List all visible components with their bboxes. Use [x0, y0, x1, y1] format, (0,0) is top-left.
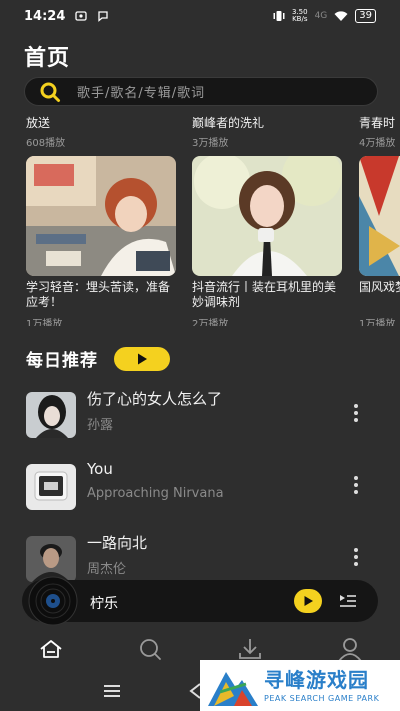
watermark-subtitle: PEAK SEARCH GAME PARK	[264, 694, 380, 703]
song-artist: Approaching Nirvana	[87, 486, 224, 501]
song-row[interactable]: You Approaching Nirvana	[0, 458, 400, 518]
play-button[interactable]	[294, 589, 322, 613]
play-icon	[304, 596, 313, 606]
playlist-plays: 1万播放	[359, 319, 396, 326]
network-type: 4G	[314, 11, 328, 21]
notification-icon	[75, 11, 88, 21]
daily-recommend-header: 每日推荐	[26, 346, 170, 371]
search-icon	[40, 82, 60, 102]
playlist-card[interactable]: 国风戏梦淡红 1万播放	[359, 156, 400, 326]
playlist-plays: 2万播放	[192, 319, 229, 326]
vinyl-disc-icon	[28, 576, 78, 626]
search-icon[interactable]	[137, 636, 163, 662]
playlist-title: 抖音流行丨装在耳机里的美妙调味剂	[192, 280, 337, 309]
song-cover	[26, 464, 76, 510]
playlist-item[interactable]: 巅峰者的洗礼 3万播放	[192, 114, 264, 149]
song-title: You	[87, 460, 113, 478]
page-title: 首页	[24, 46, 71, 71]
playlist-card[interactable]: 学习轻音：埋头苦读，准备应考！ 1万播放	[26, 156, 176, 326]
watermark-logo: 寻峰游戏园 PEAK SEARCH GAME PARK	[200, 660, 400, 711]
playlist-row-previous: 放送 608播放 巅峰者的洗礼 3万播放 青春时 4万播放	[0, 114, 400, 149]
playlist-item[interactable]: 青春时 4万播放	[359, 114, 395, 149]
user-icon[interactable]	[337, 636, 363, 662]
playlist-row: 学习轻音：埋头苦读，准备应考！ 1万播放 抖音流行丨装在耳机里的美妙调味剂 2万…	[0, 156, 400, 326]
search-placeholder: 歌手/歌名/专辑/歌词	[77, 86, 206, 101]
message-icon	[98, 11, 109, 22]
playlist-item[interactable]: 放送 608播放	[26, 114, 65, 149]
playlist-queue-icon[interactable]	[338, 591, 358, 611]
more-options-icon[interactable]	[346, 398, 366, 428]
song-artist: 周杰伦	[87, 562, 127, 577]
mini-player[interactable]: 柠乐	[22, 576, 378, 626]
playlist-plays: 1万播放	[26, 319, 63, 326]
more-options-icon[interactable]	[346, 542, 366, 572]
song-cover	[26, 392, 76, 438]
net-speed: 3.50 KB/s	[291, 8, 308, 23]
search-input[interactable]: 歌手/歌名/专辑/歌词	[24, 77, 378, 106]
now-playing-title: 柠乐	[90, 596, 118, 612]
playlist-cover	[359, 156, 400, 276]
status-bar: 14:24 3.50 KB/s 4G 39	[0, 0, 400, 32]
watermark-title: 寻峰游戏园	[264, 668, 369, 692]
playlist-title: 国风戏梦淡红	[359, 280, 400, 294]
section-title: 每日推荐	[26, 351, 98, 371]
play-all-button[interactable]	[114, 346, 170, 371]
battery-indicator: 39	[355, 9, 376, 23]
home-icon[interactable]	[38, 636, 64, 662]
playlist-cover	[26, 156, 176, 276]
more-options-icon[interactable]	[346, 470, 366, 500]
status-time: 14:24	[24, 8, 66, 24]
song-row[interactable]: 伤了心的女人怎么了 孙露	[0, 386, 400, 446]
playlist-cover	[192, 156, 342, 276]
vibrate-icon	[273, 11, 285, 21]
playlist-title: 学习轻音：埋头苦读，准备应考！	[26, 280, 171, 309]
play-icon	[138, 353, 147, 364]
song-title: 伤了心的女人怎么了	[87, 390, 223, 408]
wifi-icon	[334, 10, 348, 21]
download-icon[interactable]	[237, 636, 263, 662]
song-artist: 孙露	[87, 418, 114, 433]
menu-icon[interactable]	[103, 684, 121, 698]
playlist-card[interactable]: 抖音流行丨装在耳机里的美妙调味剂 2万播放	[192, 156, 342, 326]
mountain-logo-icon	[208, 672, 258, 706]
song-title: 一路向北	[87, 534, 148, 552]
